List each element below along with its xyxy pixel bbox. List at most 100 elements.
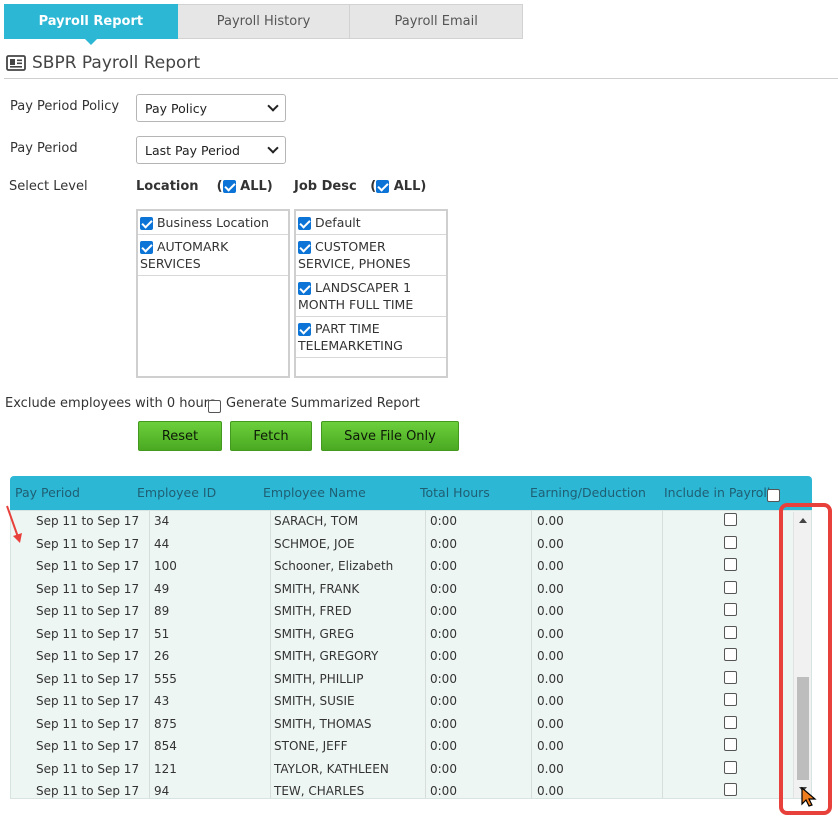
table-row[interactable]: Sep 11 to Sep 17 34 SARACH, TOM 0:00 0.00 — [11, 511, 781, 534]
earning-deduction-cell: 0.00 — [537, 716, 564, 731]
earning-deduction-cell: 0.00 — [537, 626, 564, 641]
table-row[interactable]: Sep 11 to Sep 17 44 SCHMOE, JOE 0:00 0.00 — [11, 534, 781, 557]
fetch-button[interactable]: Fetch — [230, 421, 312, 451]
job-desc-checkbox[interactable] — [298, 323, 311, 336]
include-in-payroll-checkbox[interactable] — [724, 513, 737, 526]
summarized-report-label: Generate Summarized Report — [226, 396, 420, 411]
list-item[interactable]: AUTOMARK SERVICES — [138, 235, 288, 276]
column-header[interactable]: Employee ID — [137, 485, 216, 500]
pay-period-policy-select[interactable]: Pay Policy — [136, 94, 286, 122]
pay-period-cell: Sep 11 to Sep 17 — [36, 761, 140, 776]
total-hours-cell: 0:00 — [430, 649, 457, 663]
include-in-payroll-checkbox[interactable] — [724, 535, 737, 549]
include-in-payroll-checkbox[interactable] — [724, 783, 737, 796]
table-row[interactable]: Sep 11 to Sep 17 854 STONE, JEFF 0:00 0.00 — [11, 736, 781, 759]
location-checkbox[interactable] — [140, 217, 153, 230]
select-level-label: Select Level — [9, 179, 88, 194]
list-item[interactable]: CUSTOMER SERVICE, PHONES — [296, 235, 446, 276]
tab-payroll-email[interactable]: Payroll Email — [350, 4, 524, 39]
include-in-payroll-checkbox[interactable] — [724, 693, 737, 706]
include-in-payroll-checkbox[interactable] — [724, 603, 737, 616]
tab-payroll-history[interactable]: Payroll History — [177, 4, 351, 39]
include-in-payroll-checkbox[interactable] — [724, 625, 737, 639]
job-desc-checkbox[interactable] — [298, 241, 311, 254]
job-desc-all-checkbox[interactable] — [376, 180, 390, 193]
pay-period-cell: Sep 11 to Sep 17 — [36, 694, 140, 708]
employee-id-cell: 875 — [154, 716, 177, 731]
employee-name-cell: SMITH, GREGORY — [274, 649, 379, 663]
chevron-down-icon — [267, 142, 279, 154]
location-all-checkbox[interactable] — [222, 180, 236, 193]
summarized-report-checkbox[interactable] — [208, 400, 221, 413]
employee-id-cell: 51 — [154, 626, 170, 641]
location-checkbox[interactable] — [140, 241, 153, 254]
employee-id-cell: 555 — [154, 671, 177, 686]
employee-id-cell: 854 — [154, 739, 177, 753]
pay-period-cell: Sep 11 to Sep 17 — [36, 514, 140, 528]
employee-name-cell: SMITH, GREG — [274, 626, 355, 641]
column-header[interactable]: Earning/Deduction — [530, 485, 646, 500]
job-desc-item-label: LANDSCAPER 1 MONTH FULL TIME — [298, 280, 414, 312]
employee-name-cell: SMITH, THOMAS — [274, 716, 372, 731]
pay-period-cell: Sep 11 to Sep 17 — [36, 559, 140, 573]
job-desc-item-label: PART TIME TELEMARKETING — [298, 321, 403, 353]
table-row[interactable]: Sep 11 to Sep 17 555 SMITH, PHILLIP 0:00 0.0… — [11, 669, 781, 692]
table-row[interactable]: Sep 11 to Sep 17 875 SMITH, THOMAS 0:00 0.00 — [11, 714, 781, 737]
include-in-payroll-checkbox[interactable] — [724, 558, 737, 571]
employee-name-cell: STONE, JEFF — [274, 739, 348, 753]
employee-id-cell: 121 — [154, 761, 177, 776]
location-label: Location — [136, 179, 199, 194]
table-row[interactable]: Sep 11 to Sep 17 94 TEW, CHARLES 0:00 0.00 — [11, 781, 781, 798]
job-desc-checkbox[interactable] — [298, 217, 311, 230]
include-in-payroll-checkbox[interactable] — [724, 670, 737, 684]
list-item[interactable]: Default — [296, 211, 446, 235]
total-hours-cell: 0:00 — [430, 626, 457, 641]
column-header[interactable]: Total Hours — [420, 485, 490, 500]
include-in-payroll-checkbox[interactable] — [724, 580, 737, 594]
employee-id-cell: 89 — [154, 604, 170, 618]
table-row[interactable]: Sep 11 to Sep 17 49 SMITH, FRANK 0:00 0.00 — [11, 579, 781, 602]
tab-bar: Payroll Report Payroll History Payroll E… — [4, 4, 524, 45]
include-all-checkbox[interactable] — [767, 489, 780, 502]
tab-payroll-report[interactable]: Payroll Report — [4, 4, 178, 45]
employee-id-cell: 94 — [154, 784, 170, 798]
list-item[interactable]: PART TIME TELEMARKETING — [296, 317, 446, 358]
column-header[interactable]: Pay Period — [15, 485, 80, 500]
chevron-down-icon — [267, 100, 279, 112]
total-hours-cell: 0:00 — [430, 559, 457, 573]
table-row[interactable]: Sep 11 to Sep 17 43 SMITH, SUSIE 0:00 0.00 — [11, 691, 781, 714]
earning-deduction-cell: 0.00 — [537, 604, 564, 618]
include-in-payroll-checkbox[interactable] — [724, 715, 737, 729]
include-in-payroll-checkbox[interactable] — [724, 760, 737, 774]
table-row[interactable]: Sep 11 to Sep 17 26 SMITH, GREGORY 0:00 0.00 — [11, 646, 781, 669]
table-row[interactable]: Sep 11 to Sep 17 121 TAYLOR, KATHLEEN 0:00 0… — [11, 759, 781, 782]
job-desc-checkbox[interactable] — [298, 282, 311, 295]
pay-period-cell: Sep 11 to Sep 17 — [36, 536, 140, 551]
total-hours-cell: 0:00 — [430, 671, 457, 686]
scrollbar-highlight-box — [779, 503, 832, 815]
list-item[interactable]: Business Location — [138, 211, 288, 235]
include-in-payroll-checkbox[interactable] — [724, 648, 737, 661]
pay-period-policy-label: Pay Period Policy — [10, 99, 120, 114]
table-row[interactable]: Sep 11 to Sep 17 89 SMITH, FRED 0:00 0.00 — [11, 601, 781, 624]
employee-id-cell: 49 — [154, 581, 170, 596]
column-header[interactable]: Include in Payroll — [664, 485, 770, 500]
pay-period-cell: Sep 11 to Sep 17 — [36, 626, 140, 641]
employee-id-cell: 100 — [154, 559, 177, 573]
location-header: Location ( ALL) — [136, 179, 273, 194]
include-in-payroll-checkbox[interactable] — [724, 738, 737, 751]
table-row[interactable]: Sep 11 to Sep 17 100 Schooner, Elizabeth 0:… — [11, 556, 781, 579]
list-item[interactable]: LANDSCAPER 1 MONTH FULL TIME — [296, 276, 446, 317]
table-row[interactable]: Sep 11 to Sep 17 51 SMITH, GREG 0:00 0.00 — [11, 624, 781, 647]
reset-button[interactable]: Reset — [138, 421, 222, 451]
save-file-only-button[interactable]: Save File Only — [321, 421, 459, 451]
location-listbox[interactable]: Business Location AUTOMARK SERVICES — [136, 209, 290, 378]
pay-period-select[interactable]: Last Pay Period — [136, 136, 286, 164]
job-desc-all-label: ALL) — [393, 179, 427, 194]
job-desc-listbox[interactable]: Default CUSTOMER SERVICE, PHONES LANDSCA… — [294, 209, 448, 378]
employee-id-cell: 43 — [154, 694, 170, 708]
employee-name-cell: SMITH, FRANK — [274, 581, 360, 596]
column-header[interactable]: Employee Name — [263, 485, 366, 500]
pay-period-cell: Sep 11 to Sep 17 — [36, 604, 140, 618]
table-header: Pay Period Employee ID Employee Name Tot… — [10, 476, 812, 510]
